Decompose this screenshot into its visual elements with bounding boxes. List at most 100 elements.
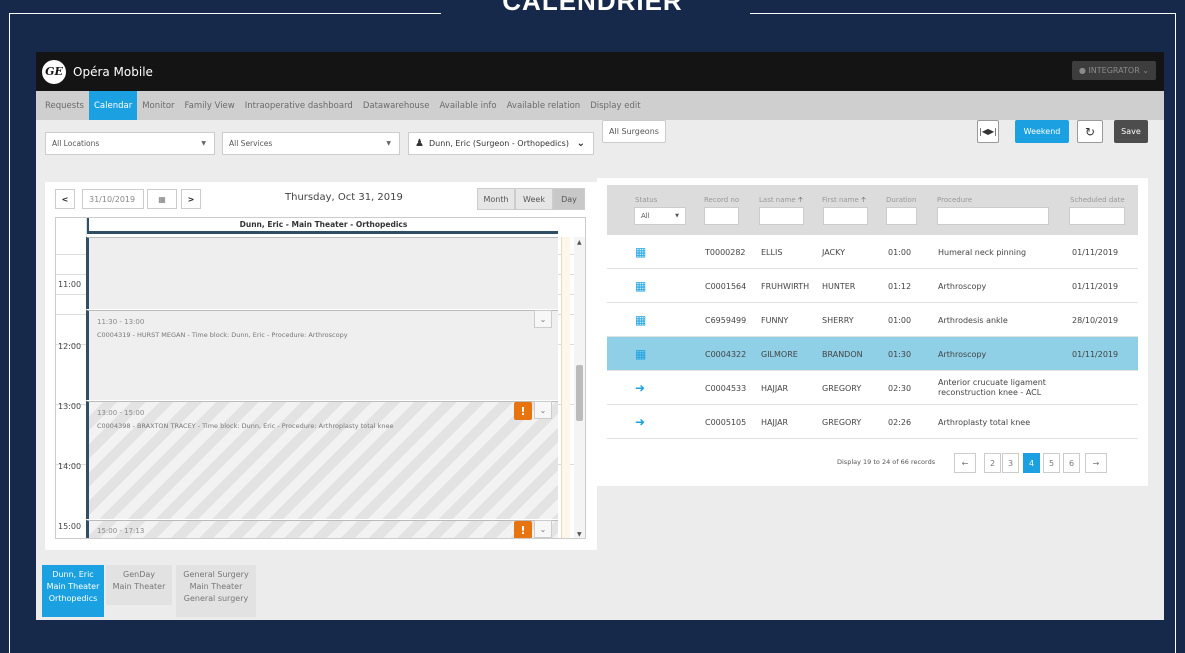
- room-tab-dunn-eric[interactable]: Dunn, Eric Main Theater Orthopedics: [42, 565, 104, 617]
- surgeon-select[interactable]: ♟ Dunn, Eric (Surgeon - Orthopedics) ⌄: [408, 132, 594, 155]
- collapse-columns-button[interactable]: |◀▶|: [977, 120, 999, 143]
- location-value: All Locations: [52, 139, 100, 148]
- cell-last-name: HAJJAR: [761, 383, 789, 393]
- scroll-up-icon[interactable]: ▲: [577, 239, 582, 246]
- appointment-block[interactable]: 13:00 - 15:00 C0004398 - BRAXTON TRACEY …: [86, 401, 558, 519]
- col-procedure[interactable]: Procedure: [937, 196, 972, 204]
- cell-record: T0000282: [705, 247, 746, 257]
- chevron-left-icon: <: [61, 194, 69, 204]
- room-tab-genday[interactable]: GenDay Main Theater: [106, 565, 172, 605]
- nav-display-edit[interactable]: Display edit: [585, 91, 645, 120]
- record-no-filter[interactable]: [704, 207, 739, 225]
- nav-available-relation[interactable]: Available relation: [502, 91, 586, 120]
- time-block[interactable]: [86, 237, 558, 309]
- page-3-button[interactable]: 3: [1002, 453, 1019, 473]
- expand-button[interactable]: ⌄: [534, 401, 552, 419]
- refresh-button[interactable]: ↻: [1077, 120, 1103, 143]
- frame-left: [9, 13, 10, 653]
- room-tab-general-surgery[interactable]: General Surgery Main Theater General sur…: [176, 565, 256, 617]
- cell-duration: 01:00: [888, 247, 912, 257]
- room-tab-line: Orthopedics: [48, 594, 98, 603]
- table-row-selected[interactable]: ▦ C0004322 GILMORE BRANDON 01:30 Arthros…: [607, 337, 1138, 371]
- user-menu[interactable]: ● INTEGRATOR ⌄: [1071, 61, 1156, 80]
- arrow-right-icon: →: [1092, 458, 1100, 468]
- cell-last-name: HAJJAR: [761, 417, 789, 427]
- col-scheduled-date[interactable]: Scheduled date: [1070, 196, 1125, 204]
- cell-procedure: Arthroplasty total knee: [938, 417, 1031, 427]
- page-2-button[interactable]: 2: [984, 453, 1001, 473]
- top-bar: GE Opéra Mobile ● INTEGRATOR ⌄: [36, 52, 1164, 91]
- caret-down-icon: ▼: [201, 140, 206, 147]
- cell-first-name: BRANDON: [822, 349, 863, 359]
- app-window: GE Opéra Mobile ● INTEGRATOR ⌄ Requests …: [36, 52, 1164, 620]
- column-header: Dunn, Eric - Main Theater - Orthopedics: [86, 218, 558, 234]
- date-input[interactable]: 31/10/2019: [82, 189, 144, 209]
- day-view-button[interactable]: Day: [553, 188, 585, 210]
- col-first-name[interactable]: First name 🡡: [822, 196, 866, 207]
- table-row[interactable]: ▦ T0000282 ELLIS JACKY 01:00 Humeral nec…: [607, 235, 1138, 269]
- scroll-thumb[interactable]: [576, 365, 583, 421]
- expand-button[interactable]: ⌄: [534, 520, 552, 538]
- nav-available-info[interactable]: Available info: [434, 91, 501, 120]
- nav-intraoperative-dashboard[interactable]: Intraoperative dashboard: [240, 91, 358, 120]
- calendar-clock-icon: ▦: [635, 279, 647, 293]
- first-name-filter[interactable]: [823, 207, 868, 225]
- next-day-button[interactable]: >: [181, 189, 201, 209]
- procedure-filter[interactable]: [937, 207, 1049, 225]
- cell-duration: 01:30: [888, 349, 912, 359]
- page-6-button[interactable]: 6: [1063, 453, 1080, 473]
- table-row[interactable]: ➜ C0005105 HAJJAR GREGORY 02:26 Arthropl…: [607, 405, 1138, 439]
- warning-icon[interactable]: !: [514, 402, 532, 420]
- app-title: Opéra Mobile: [73, 64, 153, 79]
- cell-first-name: GREGORY: [822, 383, 862, 393]
- table-row[interactable]: ▦ C0001564 FRUHWIRTH HUNTER 01:12 Arthro…: [607, 269, 1138, 303]
- cell-duration: 01:00: [888, 315, 912, 325]
- request-list-panel: Status Record no Last name 🡡 First name …: [597, 178, 1148, 486]
- cell-first-name: SHERRY: [822, 315, 854, 325]
- status-filter-select[interactable]: All ▼: [634, 207, 686, 225]
- nav-datawarehouse[interactable]: Datawarehouse: [358, 91, 435, 120]
- week-view-button[interactable]: Week: [515, 188, 553, 210]
- nav-family-view[interactable]: Family View: [180, 91, 240, 120]
- last-name-filter[interactable]: [759, 207, 804, 225]
- nav-requests[interactable]: Requests: [40, 91, 89, 120]
- room-tab-line: GenDay: [123, 570, 155, 579]
- nav-monitor[interactable]: Monitor: [137, 91, 179, 120]
- location-select[interactable]: All Locations ▼: [45, 132, 215, 155]
- duration-filter[interactable]: [886, 207, 917, 225]
- page-5-button[interactable]: 5: [1043, 453, 1060, 473]
- col-duration[interactable]: Duration: [886, 196, 916, 204]
- next-page-button[interactable]: →: [1085, 453, 1107, 473]
- cell-record: C0005105: [705, 417, 747, 427]
- col-record-no[interactable]: Record no: [704, 196, 739, 204]
- col-last-name[interactable]: Last name 🡡: [759, 196, 803, 207]
- time-label: 14:00: [58, 462, 82, 471]
- cell-duration: 02:30: [888, 383, 912, 393]
- weekend-button[interactable]: Weekend: [1015, 120, 1069, 143]
- right-edge-column: [561, 237, 570, 538]
- month-view-button[interactable]: Month: [477, 188, 515, 210]
- page-4-button[interactable]: 4: [1023, 453, 1040, 473]
- prev-day-button[interactable]: <: [55, 189, 75, 209]
- date-picker-button[interactable]: ▦: [147, 189, 177, 209]
- table-row[interactable]: ▦ C6959499 FUNNY SHERRY 01:00 Arthrodesi…: [607, 303, 1138, 337]
- appointment-block[interactable]: 11:30 - 13:00 C0004319 - HURST MEGAN - T…: [86, 310, 558, 400]
- expand-button[interactable]: ⌄: [534, 310, 552, 328]
- service-select[interactable]: All Services ▼: [222, 132, 400, 155]
- warning-icon[interactable]: !: [514, 521, 532, 538]
- cell-procedure: Anterior crucuate ligament reconstructio…: [938, 378, 1046, 397]
- save-button[interactable]: Save: [1114, 120, 1148, 143]
- sort-up-icon: 🡡: [797, 196, 803, 204]
- scroll-down-icon[interactable]: ▼: [577, 531, 582, 538]
- cell-first-name: HUNTER: [822, 281, 856, 291]
- table-row[interactable]: ➜ C0004533 HAJJAR GREGORY 02:30 Anterior…: [607, 371, 1138, 405]
- appointment-time: 11:30 - 13:00: [97, 318, 145, 326]
- all-surgeons-button[interactable]: All Surgeons: [602, 120, 666, 143]
- appointment-block[interactable]: 15:00 - 17:13 ! ⌄: [86, 520, 558, 538]
- nav-calendar[interactable]: Calendar: [88, 91, 138, 120]
- prev-page-button[interactable]: ←: [954, 453, 976, 473]
- cell-record: C0001564: [705, 281, 747, 291]
- scrollbar[interactable]: ▲ ▼: [574, 237, 585, 538]
- scheduled-date-filter[interactable]: [1069, 207, 1125, 225]
- caret-down-icon: ▼: [386, 140, 391, 147]
